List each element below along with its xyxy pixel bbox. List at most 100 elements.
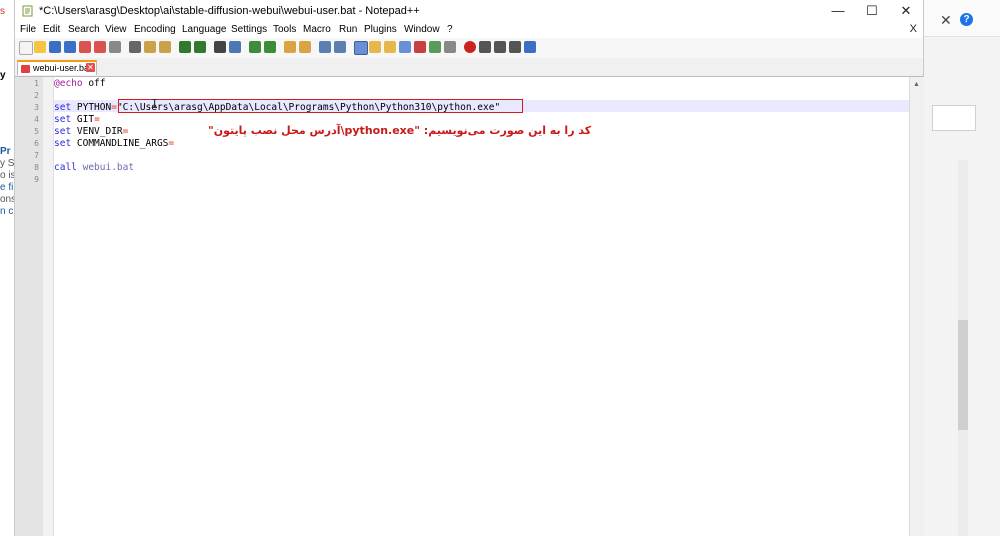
code-editor[interactable]: 1 2 3 4 5 6 7 8 9 @echo off set PYTHON="… — [15, 77, 909, 536]
menu-encoding[interactable]: Encoding — [134, 24, 176, 35]
copy-icon[interactable] — [144, 41, 156, 53]
run-macro-multiple-icon[interactable] — [509, 41, 521, 53]
variable-name: COMMANDLINE_ARGS — [71, 138, 169, 149]
line-number-gutter: 1 2 3 4 5 6 7 8 9 — [15, 77, 43, 536]
record-macro-icon[interactable] — [464, 41, 476, 53]
menu-search[interactable]: Search — [68, 24, 100, 35]
doc-map-icon[interactable] — [384, 41, 396, 53]
menu-file[interactable]: File — [20, 24, 36, 35]
bg-fragment: y Sc — [0, 158, 15, 169]
maximize-button[interactable]: ☐ — [855, 0, 889, 22]
bg-input-box[interactable] — [932, 105, 976, 131]
sync-horizontal-icon[interactable] — [299, 41, 311, 53]
udl-icon[interactable] — [369, 41, 381, 53]
cut-icon[interactable] — [129, 41, 141, 53]
tab-close-icon[interactable]: ✕ — [86, 63, 95, 72]
indent-guide-icon[interactable] — [354, 41, 368, 55]
document-close-button[interactable]: X — [910, 23, 917, 35]
print-icon[interactable] — [109, 41, 121, 53]
menu-macro[interactable]: Macro — [303, 24, 331, 35]
bg-fragment: o is — [0, 170, 15, 181]
close-all-icon[interactable] — [94, 41, 106, 53]
variable-name: GIT — [71, 114, 95, 125]
code-line-6: set COMMANDLINE_ARGS= — [54, 138, 174, 150]
notepadpp-window: *C:\Users\arasg\Desktop\ai\stable-diffus… — [14, 0, 924, 536]
highlight-box-python-path — [118, 99, 523, 113]
menu-tools[interactable]: Tools — [273, 24, 296, 35]
monitoring-icon[interactable] — [429, 41, 441, 53]
keyword: set — [54, 102, 72, 113]
menu-window[interactable]: Window — [404, 24, 440, 35]
bg-fragment: e fi — [0, 182, 14, 193]
keyword: call — [54, 162, 77, 173]
line-number: 3 — [34, 103, 39, 112]
close-file-icon[interactable] — [79, 41, 91, 53]
help-icon[interactable]: ? — [960, 13, 973, 26]
new-file-icon[interactable] — [19, 41, 33, 55]
paste-icon[interactable] — [159, 41, 171, 53]
open-file-icon[interactable] — [34, 41, 46, 53]
fold-margin — [43, 77, 54, 536]
menu-plugins[interactable]: Plugins — [364, 24, 397, 35]
line-number: 6 — [34, 139, 39, 148]
line-number: 8 — [34, 163, 39, 172]
stop-macro-icon[interactable] — [479, 41, 491, 53]
find-icon[interactable] — [214, 41, 226, 53]
minimize-button[interactable]: — — [821, 0, 855, 22]
zoom-in-icon[interactable] — [249, 41, 261, 53]
title-bar[interactable]: *C:\Users\arasg\Desktop\ai\stable-diffus… — [15, 0, 923, 22]
menu-language[interactable]: Language — [182, 24, 227, 35]
notepadpp-app-icon — [22, 5, 33, 17]
background-window-right: ✕ ? — [922, 0, 1000, 536]
menu-edit[interactable]: Edit — [43, 24, 60, 35]
code-line-5: set VENV_DIR= — [54, 126, 128, 138]
menu-help[interactable]: ? — [447, 24, 453, 35]
line-number: 7 — [34, 151, 39, 160]
bg-fragment: s — [0, 6, 5, 17]
tab-label: webui-user.bat — [33, 63, 92, 73]
keyword: set — [54, 126, 72, 137]
show-all-chars-icon[interactable] — [334, 41, 346, 53]
preview-icon[interactable] — [444, 41, 456, 53]
window-title: *C:\Users\arasg\Desktop\ai\stable-diffus… — [39, 5, 420, 17]
operator: = — [94, 114, 100, 125]
keyword: set — [54, 138, 72, 149]
menu-bar: File Edit Search View Encoding Language … — [15, 22, 923, 38]
line-number: 4 — [34, 115, 39, 124]
save-all-icon[interactable] — [64, 41, 76, 53]
unsaved-file-icon — [21, 65, 30, 73]
variable-name: VENV_DIR — [71, 126, 123, 137]
keyword: @echo — [54, 78, 83, 89]
menu-run[interactable]: Run — [339, 24, 357, 35]
background-window-left: s y Pr y Sc o is e fi ons n c — [0, 0, 15, 536]
word-wrap-icon[interactable] — [319, 41, 331, 53]
bg-fragment: ons — [0, 194, 15, 205]
replace-icon[interactable] — [229, 41, 241, 53]
zoom-out-icon[interactable] — [264, 41, 276, 53]
editor-vertical-scrollbar[interactable]: ▲ — [909, 77, 924, 536]
close-icon[interactable]: ✕ — [940, 12, 952, 29]
tab-webui-user-bat[interactable]: webui-user.bat ✕ — [17, 60, 97, 75]
close-button[interactable]: ✕ — [889, 0, 923, 22]
save-icon[interactable] — [49, 41, 61, 53]
toolbar — [15, 38, 923, 59]
save-macro-icon[interactable] — [524, 41, 536, 53]
scroll-up-arrow-icon[interactable]: ▲ — [913, 81, 920, 88]
redo-icon[interactable] — [194, 41, 206, 53]
undo-icon[interactable] — [179, 41, 191, 53]
menu-settings[interactable]: Settings — [231, 24, 267, 35]
sync-vertical-icon[interactable] — [284, 41, 296, 53]
function-list-icon[interactable] — [399, 41, 411, 53]
folder-workspace-icon[interactable] — [414, 41, 426, 53]
bg-scrollbar-thumb[interactable] — [958, 320, 968, 430]
code-text: webui.bat — [76, 162, 135, 173]
line-number: 2 — [34, 91, 39, 100]
line-number: 5 — [34, 127, 39, 136]
bg-fragment: n c — [0, 206, 14, 217]
code-line-4: set GIT= — [54, 114, 100, 126]
play-macro-icon[interactable] — [494, 41, 506, 53]
menu-view[interactable]: View — [105, 24, 127, 35]
code-line-1: @echo off — [54, 78, 106, 90]
bg-fragment: y — [0, 70, 6, 81]
operator: = — [168, 138, 175, 149]
